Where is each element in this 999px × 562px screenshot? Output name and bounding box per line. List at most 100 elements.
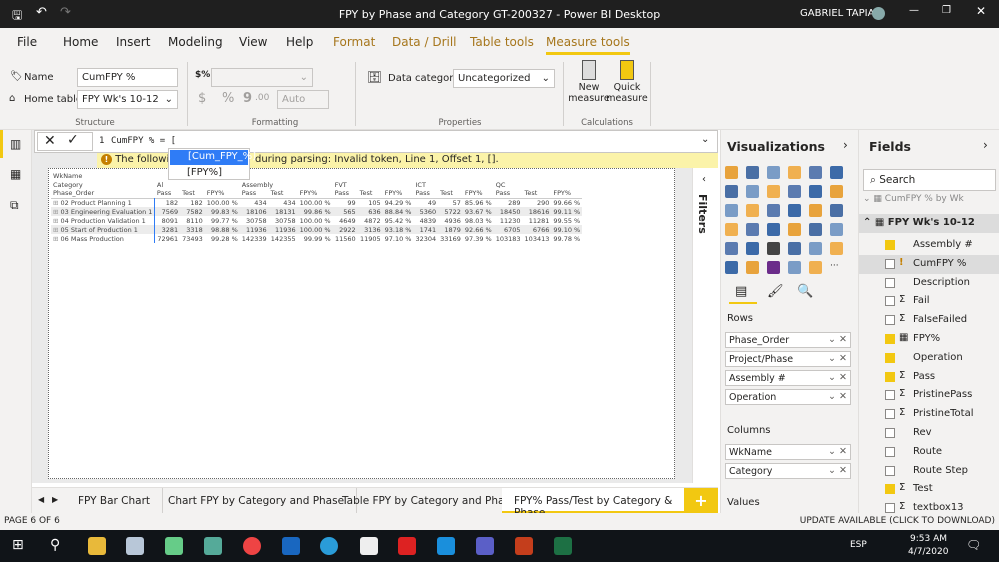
tab-chart-fpy-category-phase[interactable]: Chart FPY by Category and Phase: [156, 488, 358, 514]
menu-data-drill[interactable]: Data / Drill: [392, 35, 457, 49]
add-page-button[interactable]: +: [684, 488, 718, 514]
field-checkbox[interactable]: [885, 277, 895, 288]
data-view-icon[interactable]: ▦: [10, 167, 21, 181]
field-checkbox[interactable]: [885, 446, 895, 457]
expand-icon[interactable]: ⊞: [53, 199, 61, 207]
column-header[interactable]: Pass: [494, 189, 523, 198]
expand-icon[interactable]: ⊞: [53, 208, 61, 216]
table-cumfpy-by-wk[interactable]: ⌄ ▦ CumFPY % by Wk: [863, 194, 993, 204]
visual-type-icon[interactable]: [830, 185, 843, 198]
cancel-icon[interactable]: ✕: [44, 133, 56, 149]
autocomplete-item[interactable]: [Cum_FPY_%]: [170, 150, 256, 165]
visual-type-icon[interactable]: [809, 185, 822, 198]
percent-button[interactable]: %: [222, 91, 234, 106]
column-header[interactable]: FPY%: [205, 189, 240, 198]
menu-help[interactable]: Help: [286, 35, 313, 49]
fields-tab-icon[interactable]: ▤: [735, 284, 747, 299]
remove-field-icon[interactable]: ⌄ ✕: [828, 334, 847, 345]
maximize-icon[interactable]: ❐: [942, 5, 951, 16]
clock-time[interactable]: 9:53 AM: [910, 534, 947, 544]
column-header[interactable]: Pass: [333, 189, 358, 198]
close-icon[interactable]: ✕: [976, 4, 986, 18]
report-view-icon[interactable]: ▥: [10, 137, 21, 151]
expand-icon[interactable]: ⊞: [53, 226, 61, 234]
notifications-icon[interactable]: 🗨: [966, 538, 981, 552]
currency-button[interactable]: $: [198, 91, 206, 106]
field-item[interactable]: Σ Test: [859, 480, 999, 499]
visual-type-icon[interactable]: [809, 166, 822, 179]
chrome-icon[interactable]: [243, 537, 261, 555]
column-header[interactable]: FPY%: [463, 189, 494, 198]
field-checkbox[interactable]: [885, 296, 895, 307]
field-checkbox[interactable]: [885, 484, 895, 495]
field-well[interactable]: WkName ⌄ ✕: [725, 444, 851, 460]
row-label[interactable]: ⊞ 03 Engineering Evaluation 1: [51, 207, 156, 216]
data-category-dropdown[interactable]: Uncategorized ⌄: [453, 69, 555, 88]
column-group-header[interactable]: Al: [155, 180, 240, 189]
visual-type-icon[interactable]: [725, 166, 738, 179]
visual-type-icon[interactable]: [725, 261, 738, 274]
formula-input[interactable]: CumFPY % = [: [111, 136, 176, 146]
visual-type-icon[interactable]: [767, 185, 780, 198]
field-checkbox[interactable]: [885, 465, 895, 476]
update-available-link[interactable]: UPDATE AVAILABLE (CLICK TO DOWNLOAD): [800, 516, 995, 526]
clock-date[interactable]: 4/7/2020: [908, 547, 948, 557]
row-label[interactable]: ⊞ 02 Product Planning 1: [51, 198, 156, 207]
visual-type-icon[interactable]: [725, 204, 738, 217]
field-item[interactable]: ! CumFPY %: [859, 254, 999, 274]
field-item[interactable]: Σ PristinePass: [859, 386, 999, 405]
visual-type-icon[interactable]: [788, 242, 801, 255]
remove-field-icon[interactable]: ⌄ ✕: [828, 372, 847, 383]
visual-type-icon[interactable]: [788, 185, 801, 198]
decimals-button[interactable]: .00: [255, 93, 269, 103]
column-header[interactable]: Test: [358, 189, 383, 198]
field-item[interactable]: Route: [859, 443, 999, 462]
visual-type-icon[interactable]: [746, 204, 759, 217]
autocomplete-item[interactable]: [FPY%]: [169, 166, 249, 181]
notepad-icon[interactable]: [126, 537, 144, 555]
expand-icon[interactable]: ⊞: [53, 235, 61, 243]
column-header[interactable]: Test: [523, 189, 552, 198]
menu-format[interactable]: Format: [333, 35, 375, 49]
remove-field-icon[interactable]: ⌄ ✕: [828, 446, 847, 457]
matrix-visual[interactable]: WkName Category Al Assembly FVT ICT QC Phase_Or…: [48, 168, 675, 479]
menu-home[interactable]: Home: [63, 35, 98, 49]
row-label[interactable]: ⊞ 06 Mass Production: [51, 234, 156, 243]
name-input[interactable]: CumFPY %: [77, 68, 178, 87]
field-item[interactable]: Σ FalseFailed: [859, 311, 999, 330]
field-item[interactable]: Description: [859, 274, 999, 293]
fields-search-input[interactable]: ⌕ Search: [863, 169, 996, 191]
chevron-left-icon[interactable]: ‹: [702, 174, 706, 185]
visual-type-icon[interactable]: [767, 261, 780, 274]
column-header[interactable]: Pass: [413, 189, 438, 198]
field-checkbox[interactable]: [885, 428, 895, 438]
field-checkbox[interactable]: [885, 352, 895, 363]
column-header[interactable]: Test: [438, 189, 463, 198]
outlook-icon[interactable]: [282, 537, 300, 555]
menu-modeling[interactable]: Modeling: [168, 35, 223, 49]
field-item[interactable]: Σ Fail: [859, 292, 999, 311]
column-group-header[interactable]: QC: [494, 180, 583, 189]
visual-type-icon[interactable]: [788, 261, 801, 274]
internet-explorer-icon[interactable]: [437, 537, 455, 555]
visual-type-icon[interactable]: [788, 166, 801, 179]
row-label[interactable]: ⊞ 04 Production Validation 1: [51, 216, 156, 225]
search-icon[interactable]: ⚲: [50, 537, 60, 553]
field-checkbox[interactable]: [885, 315, 895, 326]
visual-type-icon[interactable]: [746, 242, 759, 255]
visual-type-icon[interactable]: [830, 166, 843, 179]
column-header[interactable]: FPY%: [298, 189, 333, 198]
menu-file[interactable]: File: [17, 35, 37, 49]
column-header[interactable]: FPY%: [551, 189, 582, 198]
model-view-icon[interactable]: ⧉: [10, 198, 19, 213]
menu-table-tools[interactable]: Table tools: [470, 35, 534, 49]
powerpoint-icon[interactable]: [515, 537, 533, 555]
visual-type-icon[interactable]: [788, 204, 801, 217]
menu-insert[interactable]: Insert: [116, 35, 150, 49]
visual-type-icon[interactable]: [809, 261, 822, 274]
minimize-icon[interactable]: —: [909, 5, 919, 16]
file-explorer-icon[interactable]: [88, 537, 106, 555]
field-checkbox[interactable]: [885, 334, 895, 344]
format-dropdown[interactable]: ⌄: [211, 68, 313, 87]
field-well[interactable]: Phase_Order ⌄ ✕: [725, 332, 851, 348]
